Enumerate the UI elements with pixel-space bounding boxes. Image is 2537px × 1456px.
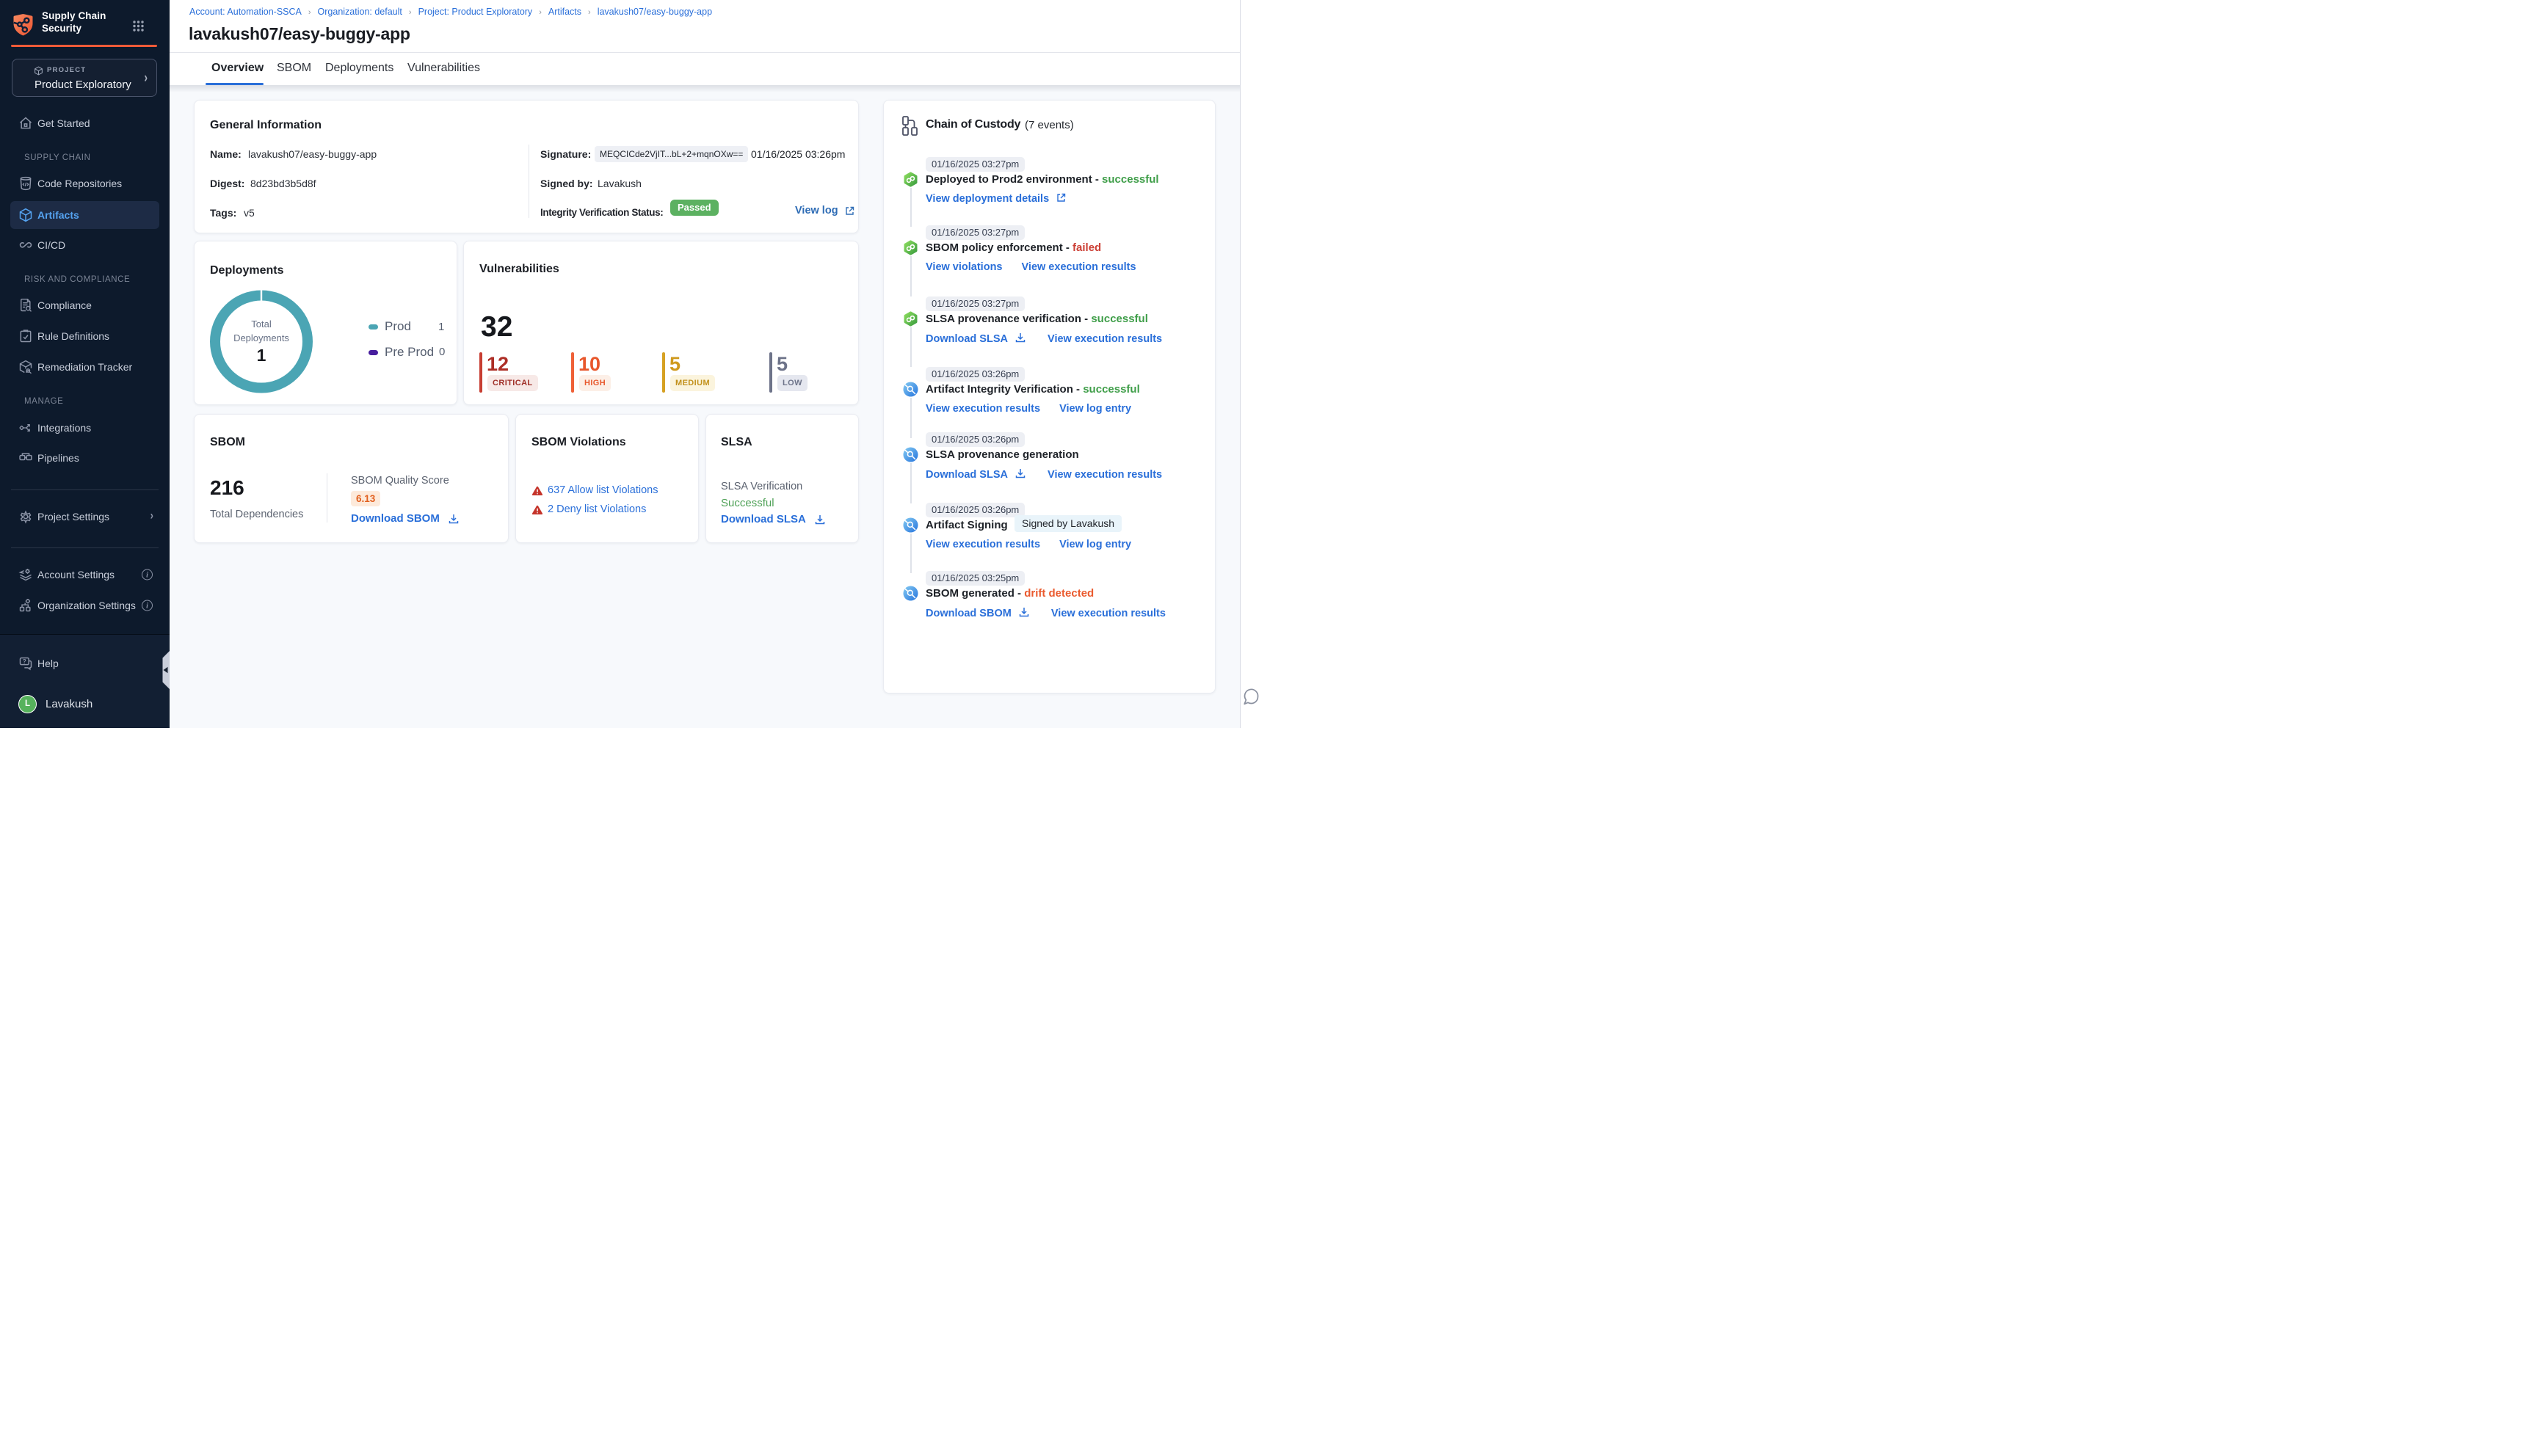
svg-text:?: ?	[23, 658, 26, 665]
